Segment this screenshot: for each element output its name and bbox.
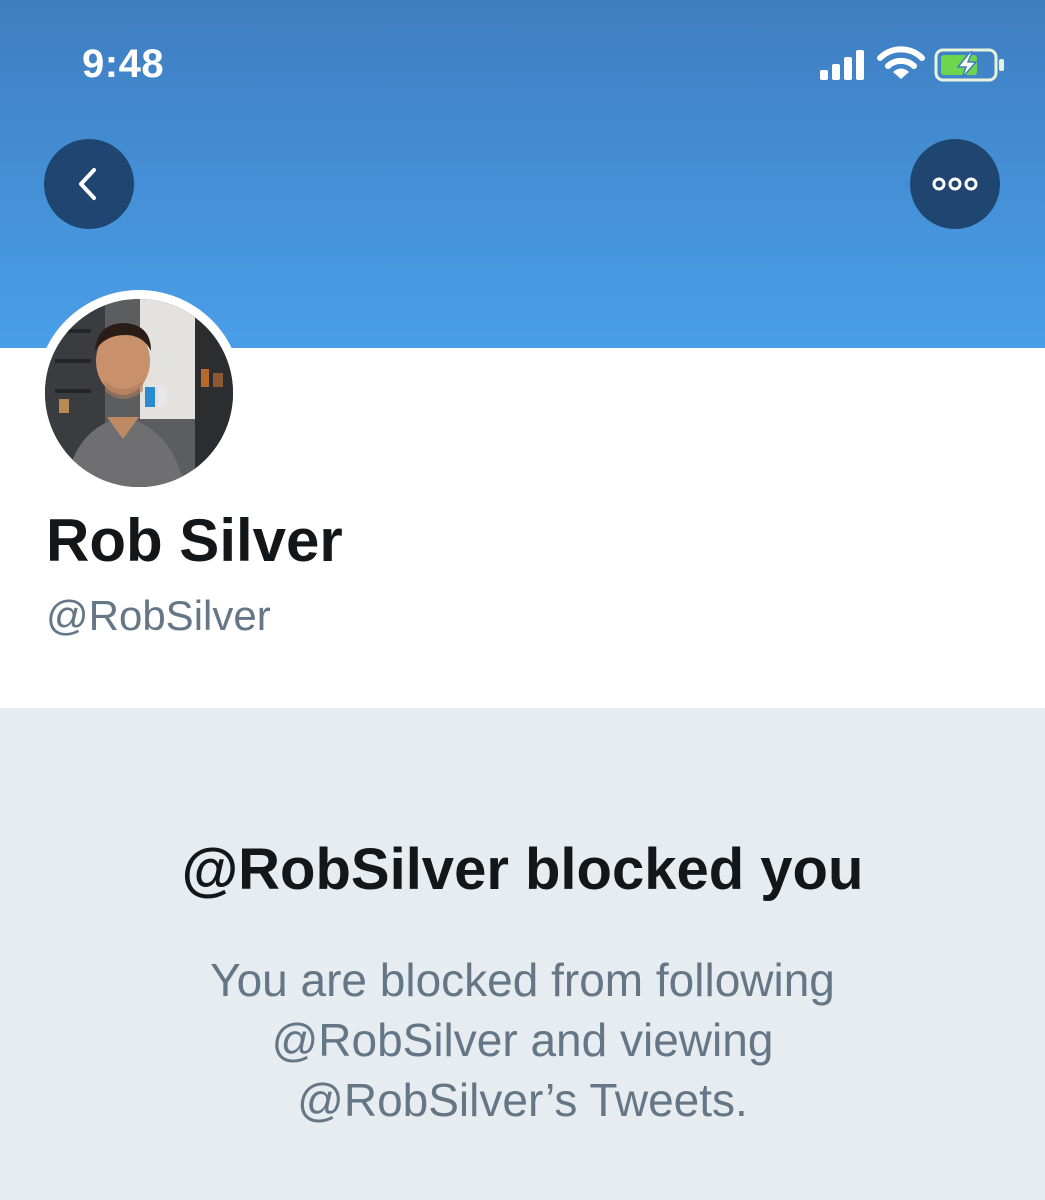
signal-icon <box>820 50 864 80</box>
avatar[interactable] <box>45 299 233 487</box>
blocked-description-line: @RobSilver’s Tweets. <box>297 1074 748 1126</box>
status-bar: 9:48 <box>0 0 1045 120</box>
back-button[interactable] <box>44 139 134 229</box>
blocked-description-line: You are blocked from following <box>210 954 835 1006</box>
more-options-icon <box>932 177 978 191</box>
profile-handle: @RobSilver <box>46 592 271 639</box>
battery-charging-icon <box>934 48 1004 82</box>
status-time: 9:48 <box>82 42 165 86</box>
blocked-notice-panel: @RobSilver blocked you You are blocked f… <box>0 708 1045 1200</box>
display-name: Rob Silver <box>46 507 343 574</box>
blocked-description: You are blocked from following @RobSilve… <box>100 950 945 1130</box>
more-options-button[interactable] <box>910 139 1000 229</box>
chevron-left-icon <box>79 168 96 200</box>
blocked-description-line: @RobSilver and viewing <box>271 1014 774 1066</box>
profile-photo <box>45 299 233 487</box>
wifi-icon <box>877 46 925 79</box>
blocked-title: @RobSilver blocked you <box>181 837 864 902</box>
